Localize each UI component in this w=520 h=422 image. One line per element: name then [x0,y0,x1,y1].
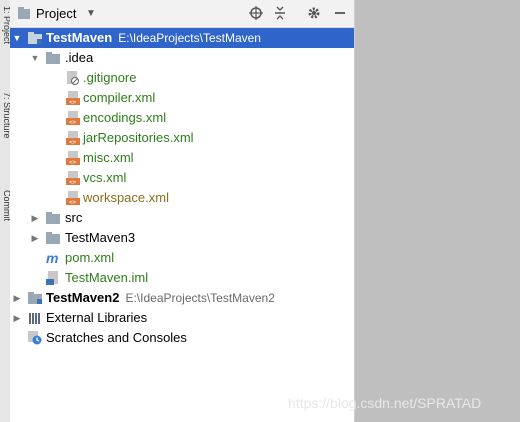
file-label: TestMaven.iml [65,270,149,285]
tree-row-idea[interactable]: ▼ .idea [10,48,354,68]
file-label: misc.xml [83,150,134,165]
file-label: encodings.xml [83,110,167,125]
folder-icon [46,51,60,65]
tree-row-src[interactable]: ▶ src [10,208,354,228]
tree-row-scratches[interactable]: Scratches and Consoles [10,328,354,348]
expand-arrow-icon[interactable]: ▶ [12,288,22,308]
scratches-icon [28,331,42,345]
maven-icon: m [46,250,59,266]
folder-label: src [65,210,83,225]
project-view-icon [16,0,32,27]
expand-arrow-icon[interactable]: ▶ [30,228,40,248]
file-label: compiler.xml [83,90,156,105]
editor-area [355,0,520,422]
svg-text:<>: <> [69,159,77,165]
tree-row-module2[interactable]: ▶ TestMaven2 E:\IdeaProjects\TestMaven2 [10,288,354,308]
module-path: E:\IdeaProjects\TestMaven2 [125,291,275,305]
tree-row-file[interactable]: <> encodings.xml [10,108,354,128]
project-panel: Project ▼ ▼ TestMaven E:\IdeaProjects\Tes… [10,0,355,422]
tree-row-file[interactable]: .gitignore [10,68,354,88]
tree-row-testmaven3[interactable]: ▶ TestMaven3 [10,228,354,248]
file-label: vcs.xml [83,170,127,185]
library-icon [28,311,42,325]
locate-icon[interactable] [248,0,264,27]
expand-arrow-icon[interactable]: ▼ [12,28,22,48]
tree-row-external-libraries[interactable]: ▶ External Libraries [10,308,354,328]
minimize-icon[interactable] [332,0,348,27]
xml-file-icon: <> [66,191,80,206]
xml-file-icon: <> [66,131,80,146]
xml-file-icon: <> [66,151,80,166]
svg-text:<>: <> [69,179,77,185]
tree-row-file[interactable]: <> workspace.xml [10,188,354,208]
xml-file-icon: <> [66,111,80,126]
xml-file-icon: <> [66,171,80,186]
module-folder-icon [28,31,42,45]
svg-text:<>: <> [69,99,77,105]
folder-label: TestMaven3 [65,230,136,245]
watermark: https://blog.csdn.net/SPRATAD [288,395,482,411]
root-module-path: E:\IdeaProjects\TestMaven [118,31,261,45]
folder-label: .idea [65,50,94,65]
tree-row-file[interactable]: <> vcs.xml [10,168,354,188]
svg-text:<>: <> [69,119,77,125]
tree-row-root[interactable]: ▼ TestMaven E:\IdeaProjects\TestMaven [10,28,354,48]
folder-icon [46,211,60,225]
tree-row-file[interactable]: <> compiler.xml [10,88,354,108]
module-folder-icon [28,291,42,305]
tree-label: Scratches and Consoles [46,330,187,345]
tree-row-iml[interactable]: TestMaven.iml [10,268,354,288]
svg-text:<>: <> [69,139,77,145]
chevron-down-icon[interactable]: ▼ [86,0,96,27]
gear-icon[interactable] [306,0,322,27]
file-label: pom.xml [65,250,115,265]
file-label: jarRepositories.xml [83,130,194,145]
root-module-name: TestMaven [46,30,113,45]
expand-arrow-icon[interactable]: ▶ [30,208,40,228]
project-panel-header: Project ▼ [10,0,354,28]
tree-row-file[interactable]: <> jarRepositories.xml [10,128,354,148]
file-label: workspace.xml [83,190,169,205]
folder-icon [46,231,60,245]
module-file-icon [46,271,60,285]
tree-label: External Libraries [46,310,148,325]
xml-file-icon: <> [66,91,80,106]
module-name: TestMaven2 [46,290,120,305]
expand-arrow-icon[interactable]: ▼ [30,48,40,68]
tree-row-pom[interactable]: m pom.xml [10,248,354,268]
expand-arrow-icon[interactable]: ▶ [12,308,22,328]
svg-text:<>: <> [69,199,77,205]
tree-row-file[interactable]: <> misc.xml [10,148,354,168]
project-view-title[interactable]: Project [36,0,76,27]
collapse-all-icon[interactable] [272,0,288,27]
file-label: .gitignore [83,70,137,85]
ignored-file-icon [66,71,80,85]
